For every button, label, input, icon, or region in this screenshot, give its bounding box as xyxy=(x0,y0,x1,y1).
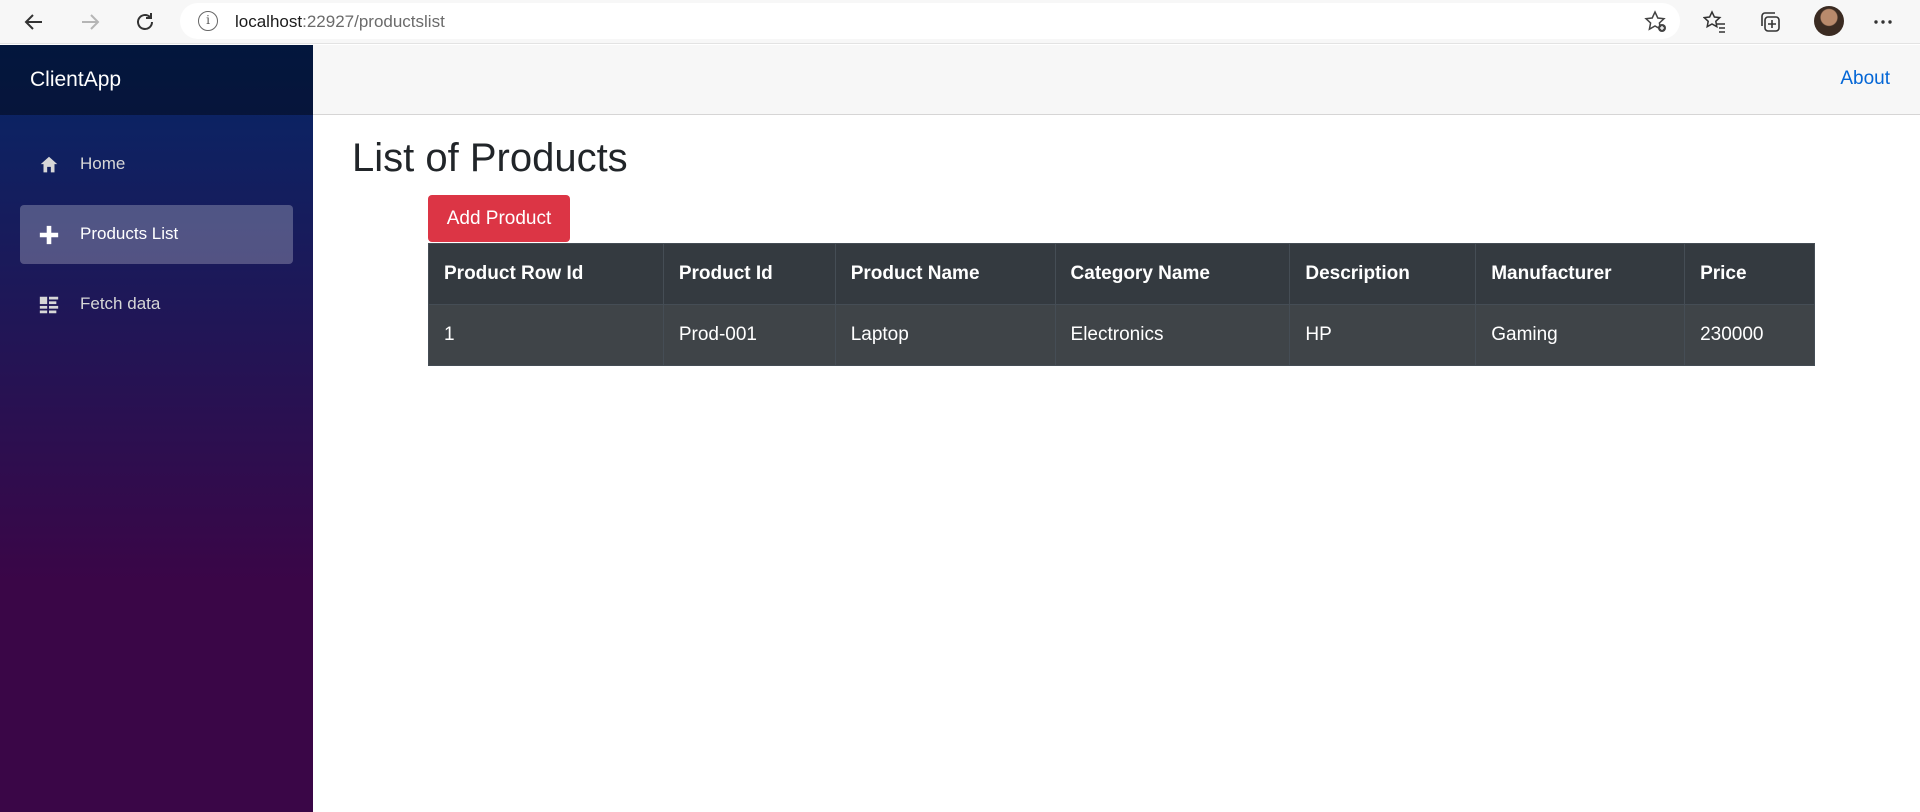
cell-description: HP xyxy=(1289,304,1477,366)
add-product-button[interactable]: Add Product xyxy=(428,195,570,242)
header-product-name: Product Name xyxy=(834,243,1056,305)
back-button[interactable] xyxy=(18,6,50,38)
list-icon xyxy=(39,296,59,314)
header-product-id: Product Id xyxy=(662,243,836,305)
sidebar-item-home[interactable]: Home xyxy=(20,135,293,194)
refresh-icon xyxy=(137,13,153,30)
page-title: List of Products xyxy=(352,136,628,180)
forward-button[interactable] xyxy=(74,6,106,38)
add-favorite-button[interactable] xyxy=(1644,10,1668,34)
site-info-icon[interactable]: i xyxy=(198,11,218,31)
collections-button[interactable] xyxy=(1754,6,1786,38)
header-manufacturer: Manufacturer xyxy=(1475,243,1686,305)
sidebar-item-label: Fetch data xyxy=(80,294,161,313)
table-header-row: Product Row Id Product Id Product Name C… xyxy=(428,243,1815,305)
url-host: localhost xyxy=(235,12,303,31)
products-table: Product Row Id Product Id Product Name C… xyxy=(428,243,1815,366)
header-description: Description xyxy=(1289,243,1477,305)
sidebar-item-label: Home xyxy=(80,154,126,173)
cell-product-name: Laptop xyxy=(834,304,1056,366)
cell-product-id: Prod-001 xyxy=(662,304,836,366)
about-link[interactable]: About xyxy=(1840,68,1890,90)
url-text: localhost:22927/productslist xyxy=(235,12,445,32)
brand-row: ClientApp xyxy=(0,45,313,115)
address-bar[interactable]: i localhost:22927/productslist xyxy=(180,3,1680,39)
sidebar-item-label: Products List xyxy=(80,224,179,243)
favorites-button[interactable] xyxy=(1699,6,1731,38)
brand-link[interactable]: ClientApp xyxy=(30,68,121,92)
home-icon xyxy=(40,156,58,173)
cell-price: 230000 xyxy=(1684,304,1815,366)
refresh-button[interactable] xyxy=(129,6,161,38)
more-button[interactable] xyxy=(1867,6,1899,38)
header-product-row-id: Product Row Id xyxy=(428,243,664,305)
header-category-name: Category Name xyxy=(1054,243,1291,305)
cell-manufacturer: Gaming xyxy=(1475,304,1686,366)
cell-product-row-id: 1 xyxy=(428,304,664,366)
sidebar-item-products-list[interactable]: Products List xyxy=(20,205,293,264)
cell-category-name: Electronics xyxy=(1054,304,1291,366)
profile-avatar[interactable] xyxy=(1814,6,1844,36)
plus-icon xyxy=(39,225,59,245)
top-row: About xyxy=(313,45,1920,115)
url-path: :22927/productslist xyxy=(302,12,445,31)
header-price: Price xyxy=(1684,243,1815,305)
forward-icon xyxy=(82,14,100,30)
more-icon xyxy=(1874,20,1892,24)
browser-toolbar: i localhost:22927/productslist xyxy=(0,0,1920,44)
sidebar: ClientApp Home Products List Fetch data xyxy=(0,45,313,812)
sidebar-item-fetch-data[interactable]: Fetch data xyxy=(20,275,293,334)
table-row: 1 Prod-001 Laptop Electronics HP Gaming … xyxy=(428,304,1815,366)
favorites-icon xyxy=(1703,10,1725,33)
collections-icon xyxy=(1761,12,1780,32)
back-icon xyxy=(24,14,42,30)
add-favorite-icon xyxy=(1644,10,1666,32)
